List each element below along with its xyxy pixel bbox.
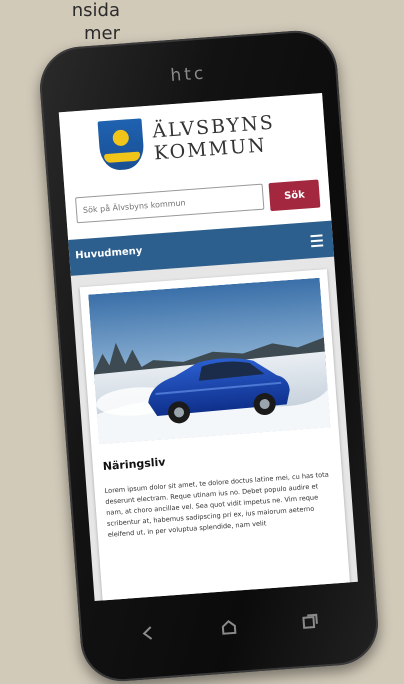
bg-line: mer [83, 22, 120, 44]
site-wordmark: ÄLVSBYNS KOMMUN [152, 112, 278, 165]
home-icon[interactable] [218, 619, 239, 636]
winter-car-photo [88, 277, 331, 445]
article-card[interactable]: Näringsliv Lorem ipsum dolor sit amet, t… [79, 269, 352, 602]
smartphone: htc ÄLVSBYNS KOMMUN Sök Huvudmeny [37, 27, 381, 684]
search-input[interactable] [75, 183, 265, 224]
back-icon[interactable] [138, 624, 159, 641]
recent-apps-icon[interactable] [299, 613, 320, 630]
article-title[interactable]: Näringsliv [102, 455, 166, 473]
site-header: ÄLVSBYNS KOMMUN Sök [58, 93, 332, 241]
coat-of-arms-icon [97, 118, 146, 172]
search-button[interactable]: Sök [268, 179, 321, 212]
phone-screen: ÄLVSBYNS KOMMUN Sök Huvudmeny [58, 93, 358, 602]
menu-label: Huvudmeny [74, 245, 143, 262]
search-bar: Sök [75, 179, 321, 226]
site-logo[interactable]: ÄLVSBYNS KOMMUN [97, 109, 278, 172]
bg-line: nsida [71, 0, 120, 21]
hamburger-menu-icon[interactable] [310, 234, 324, 250]
article-body: Lorem ipsum dolor sit amet, te dolore do… [104, 470, 330, 539]
